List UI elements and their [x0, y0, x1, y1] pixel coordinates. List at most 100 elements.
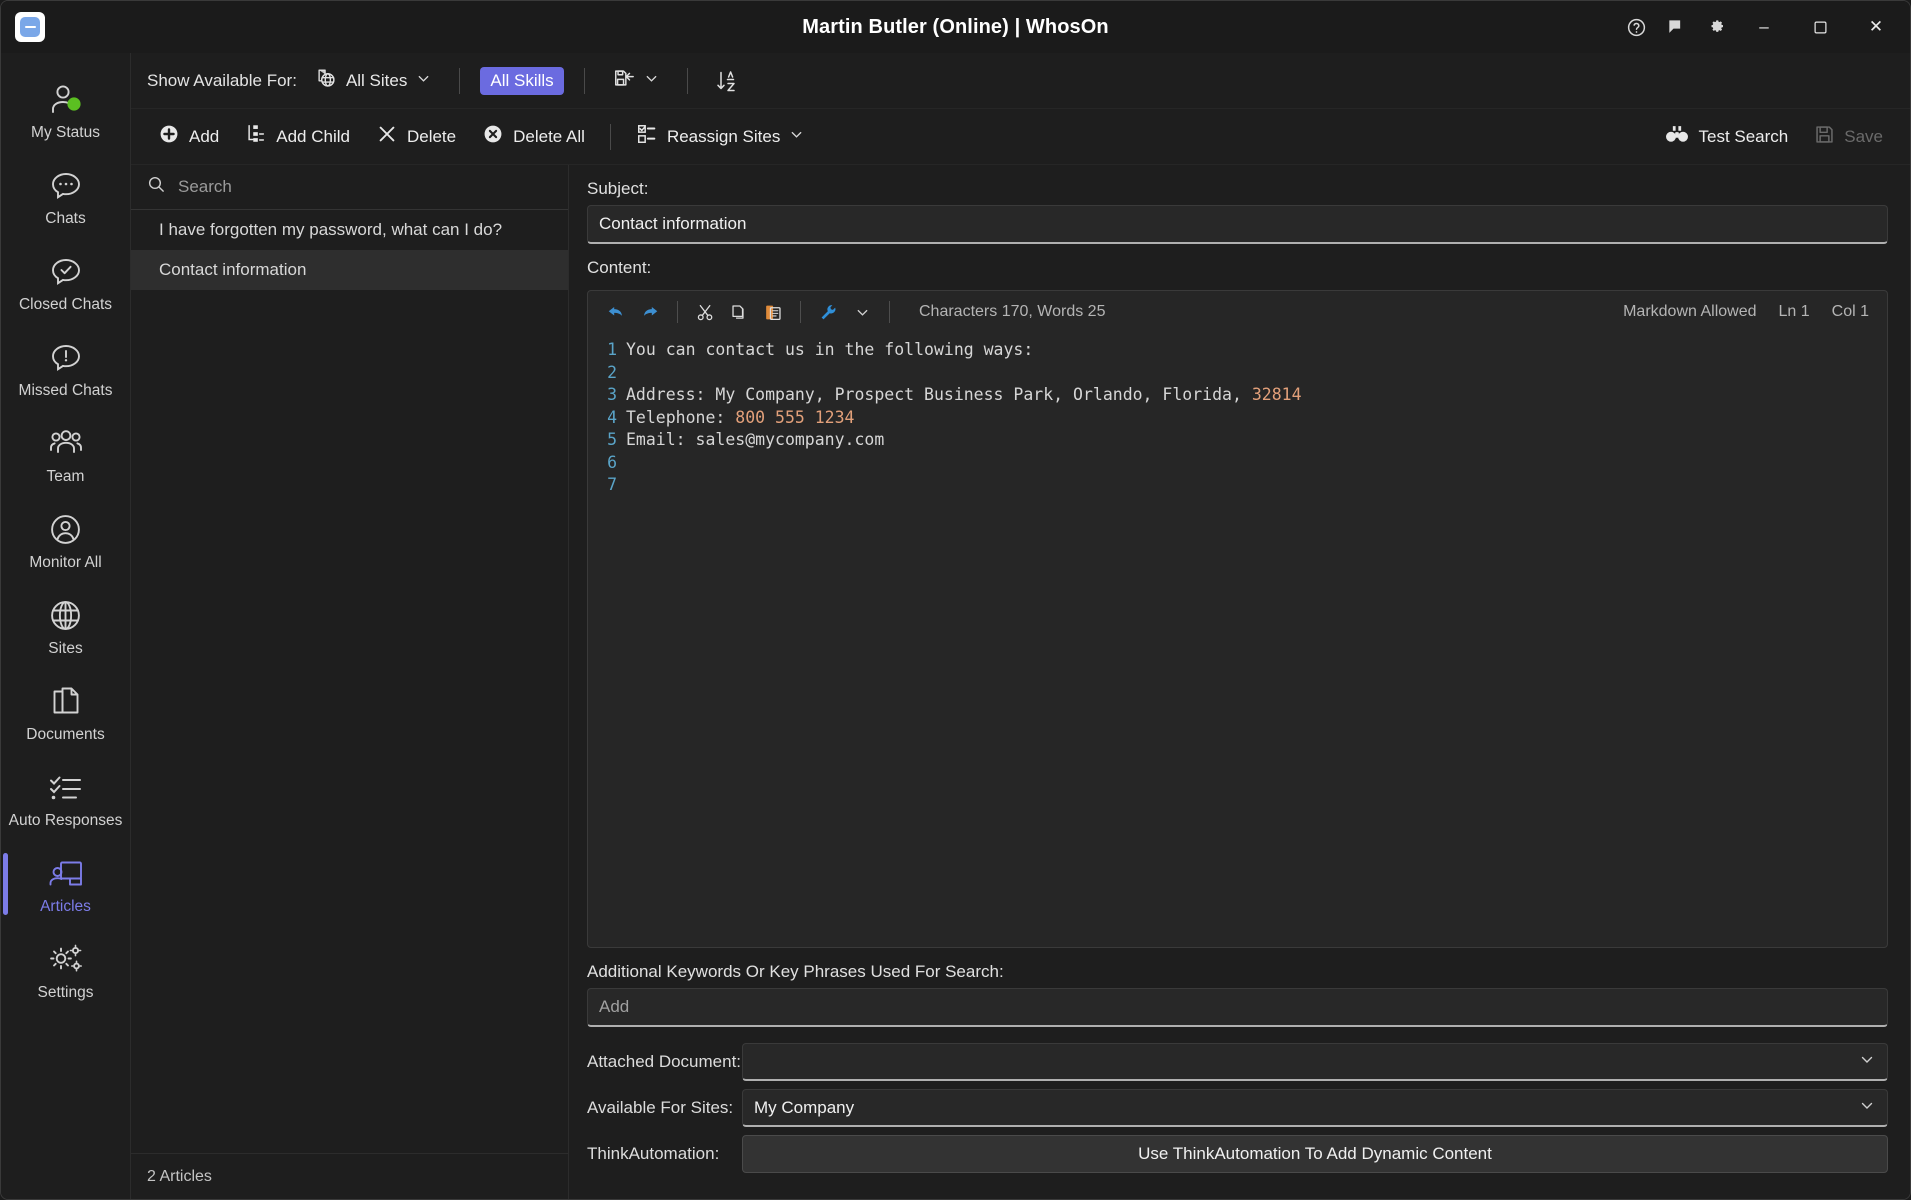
filter-toolbar: Show Available For: All Sites All Skills: [131, 53, 1910, 109]
minimize-button[interactable]: –: [1736, 4, 1792, 50]
copy-icon[interactable]: [723, 297, 755, 327]
x-circle-icon: [482, 123, 504, 150]
scissors-icon[interactable]: [689, 297, 721, 327]
line-number: 7: [607, 475, 617, 494]
chevron-down-icon[interactable]: [846, 297, 878, 327]
sidebar-item-team[interactable]: Team: [1, 411, 130, 497]
sites-filter-dropdown[interactable]: All Sites: [307, 63, 439, 98]
save-filter-icon: [613, 67, 635, 94]
gear-icon[interactable]: [1696, 7, 1736, 47]
attached-document-label: Attached Document:: [587, 1052, 742, 1071]
sidebar-item-documents[interactable]: Documents: [1, 669, 130, 755]
keywords-input[interactable]: [587, 988, 1888, 1027]
available-for-sites-value: My Company: [754, 1097, 855, 1117]
list-item[interactable]: I have forgotten my password, what can I…: [131, 210, 568, 250]
sidebar-item-label: Articles: [40, 897, 91, 915]
thinkautomation-row: ThinkAutomation: Use ThinkAutomation To …: [587, 1135, 1888, 1173]
attached-document-dropdown[interactable]: [742, 1043, 1888, 1081]
content-row: I have forgotten my password, what can I…: [131, 165, 1910, 1199]
divider: [889, 301, 890, 323]
chat-alert-icon: [49, 338, 83, 378]
article-detail-pane: Subject: Content:: [569, 165, 1910, 1199]
add-child-button[interactable]: Add Child: [234, 117, 361, 156]
sidebar-item-monitor-all[interactable]: Monitor All: [1, 497, 130, 583]
help-circle-icon[interactable]: [1616, 7, 1656, 47]
sidebar-item-closed-chats[interactable]: Closed Chats: [1, 239, 130, 325]
sidebar-item-sites[interactable]: Sites: [1, 583, 130, 669]
divider: [609, 123, 611, 150]
sidebar-item-settings[interactable]: Settings: [1, 927, 130, 1013]
sidebar-item-missed-chats[interactable]: Missed Chats: [1, 325, 130, 411]
feedback-flag-icon[interactable]: [1656, 7, 1696, 47]
team-group-icon: [46, 424, 86, 464]
binoculars-icon: [1665, 123, 1689, 150]
sidebar-item-chats[interactable]: Chats: [1, 153, 130, 239]
delete-button[interactable]: Delete: [365, 117, 467, 156]
paste-clipboard-icon[interactable]: [757, 297, 789, 327]
skills-filter-pill[interactable]: All Skills: [480, 66, 564, 95]
search-input[interactable]: [178, 177, 554, 197]
reassign-sites-button[interactable]: Reassign Sites: [625, 117, 815, 156]
list-item[interactable]: Contact information: [131, 250, 568, 290]
sidebar-item-my-status[interactable]: My Status: [1, 67, 130, 153]
search-box[interactable]: [131, 165, 568, 210]
body-row: My Status Chats Closed Chats Missed Chat…: [1, 53, 1910, 1199]
subject-input[interactable]: [587, 205, 1888, 244]
close-button[interactable]: ✕: [1848, 4, 1904, 50]
gears-icon: [47, 940, 85, 980]
chevron-down-icon: [1859, 1051, 1875, 1072]
line-number: 1: [607, 340, 617, 359]
sort-az-icon[interactable]: [708, 64, 746, 98]
test-search-button[interactable]: Test Search: [1654, 117, 1799, 156]
checklist-icon: [48, 768, 84, 808]
redo-arrow-icon[interactable]: [634, 297, 666, 327]
delete-all-button[interactable]: Delete All: [471, 117, 596, 156]
x-icon: [376, 123, 398, 150]
chevron-down-icon: [416, 71, 431, 91]
line-number: 3: [607, 385, 617, 404]
keywords-block: Additional Keywords Or Key Phrases Used …: [587, 962, 1888, 1027]
content-label: Content:: [587, 258, 652, 277]
save-button[interactable]: Save: [1803, 118, 1894, 156]
chevron-down-icon: [1859, 1097, 1875, 1118]
whoson-logo-icon: [15, 12, 45, 42]
code-line: 1 You can contact us in the following way…: [588, 339, 1887, 362]
code-line: 4 Telephone: 800 555 1234: [588, 407, 1887, 430]
code-area[interactable]: 1 You can contact us in the following way…: [588, 333, 1887, 947]
content-editor: Characters 170, Words 25 Markdown Allowe…: [587, 290, 1888, 948]
save-label: Save: [1844, 126, 1883, 146]
sidebar-item-auto-responses[interactable]: Auto Responses: [1, 755, 130, 841]
line-status: Ln 1: [1778, 303, 1810, 320]
chat-check-icon: [49, 252, 83, 292]
divider: [800, 301, 801, 323]
available-for-sites-dropdown[interactable]: My Company: [742, 1089, 1888, 1127]
thinkautomation-button[interactable]: Use ThinkAutomation To Add Dynamic Conte…: [742, 1135, 1888, 1173]
code-line: 7: [588, 474, 1887, 497]
wrench-icon[interactable]: [812, 297, 844, 327]
article-list: I have forgotten my password, what can I…: [131, 210, 568, 1153]
title-bar: Martin Butler (Online) | WhosOn – ✕: [1, 1, 1910, 53]
save-filter-dropdown[interactable]: [605, 63, 667, 98]
sidebar: My Status Chats Closed Chats Missed Chat…: [1, 53, 131, 1199]
line-number: 4: [607, 407, 617, 427]
article-count-label: 2 Articles: [131, 1153, 568, 1199]
sidebar-item-label: Missed Chats: [18, 381, 113, 399]
action-toolbar: Add Add Child Delete Delete All Reassign…: [131, 109, 1910, 165]
sidebar-item-label: My Status: [31, 123, 100, 141]
app-window: Martin Butler (Online) | WhosOn – ✕ My S…: [0, 0, 1911, 1200]
editor-status-right: Markdown Allowed Ln 1 Col 1: [1623, 303, 1875, 321]
add-button[interactable]: Add: [147, 117, 230, 156]
articles-icon: [48, 854, 84, 894]
chat-bubble-icon: [49, 166, 83, 206]
undo-arrow-icon[interactable]: [600, 297, 632, 327]
divider: [459, 67, 461, 94]
show-available-for-label: Show Available For:: [147, 70, 297, 90]
sites-filter-value: All Sites: [345, 70, 408, 90]
maximize-button[interactable]: [1792, 4, 1848, 50]
floppy-save-icon: [1814, 124, 1835, 150]
main-pane: Show Available For: All Sites All Skills…: [131, 53, 1910, 1199]
title-bar-controls: – ✕: [1616, 4, 1904, 50]
keywords-label: Additional Keywords Or Key Phrases Used …: [587, 962, 1004, 981]
sidebar-item-articles[interactable]: Articles: [1, 841, 130, 927]
